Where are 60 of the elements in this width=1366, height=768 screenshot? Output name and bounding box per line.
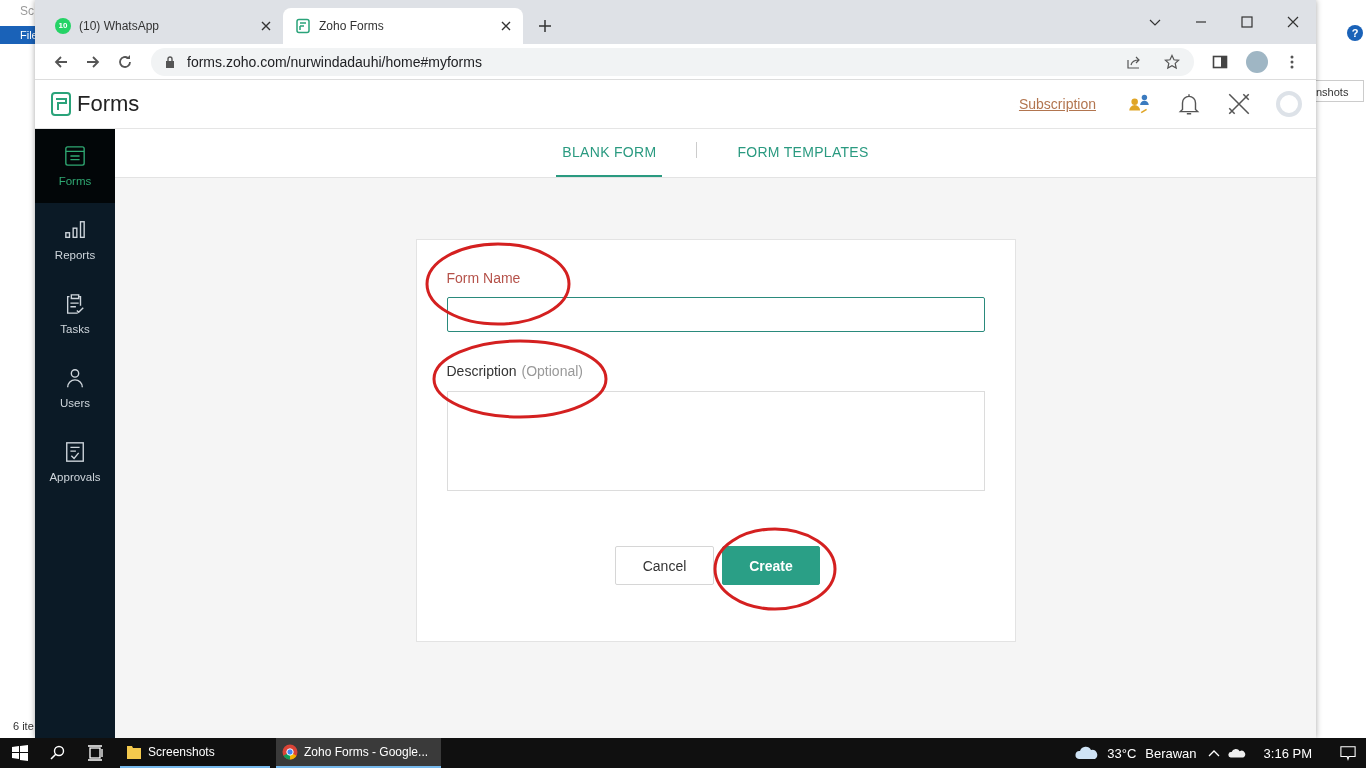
notification-icon[interactable] xyxy=(1340,745,1356,761)
cancel-button[interactable]: Cancel xyxy=(615,546,714,585)
cloud-icon xyxy=(1075,746,1100,760)
tab[interactable]: BLANK FORM xyxy=(556,129,663,177)
bar-chart-icon xyxy=(64,219,86,241)
sidebar-item[interactable]: Reports xyxy=(35,203,115,277)
close-icon[interactable] xyxy=(261,21,271,31)
browser-tab[interactable]: 10 (10) WhatsApp xyxy=(43,8,283,44)
sidebar-item[interactable]: Users xyxy=(35,351,115,425)
form-name-label: Form Name xyxy=(446,270,522,286)
windows-start-icon[interactable] xyxy=(12,745,28,761)
url-text: forms.zoho.com/nurwindadauhi/home#myforms xyxy=(187,53,482,70)
sidebar-item[interactable]: Tasks xyxy=(35,277,115,351)
list-icon xyxy=(64,145,86,167)
app-title: Forms xyxy=(77,91,140,117)
user-icon xyxy=(64,367,86,389)
checklist-icon xyxy=(64,441,86,463)
tab[interactable]: FORM TEMPLATES xyxy=(731,129,875,177)
close-icon[interactable] xyxy=(1287,16,1299,28)
taskbar-button[interactable]: Zoho Forms - Google... xyxy=(276,738,441,768)
browser-icon xyxy=(282,744,298,760)
search-icon[interactable] xyxy=(50,745,66,761)
chevron-up-icon[interactable] xyxy=(1207,749,1220,757)
star-icon[interactable] xyxy=(1164,53,1180,70)
status-text: 6 ite xyxy=(13,720,34,732)
side-panel-icon[interactable] xyxy=(1212,53,1228,70)
optional-hint: (Optional) xyxy=(521,363,583,379)
new-tab-icon[interactable] xyxy=(539,20,551,32)
sidebar-item[interactable]: Forms xyxy=(35,129,115,203)
description-label: Description xyxy=(446,363,517,379)
description-field[interactable] xyxy=(446,391,985,491)
taskbar-button[interactable]: Screenshots xyxy=(120,738,270,768)
help-icon[interactable]: ? xyxy=(1347,25,1363,41)
chat-badge-icon: 10 xyxy=(55,18,71,34)
form-name-field[interactable] xyxy=(446,297,985,332)
folder-icon xyxy=(126,744,142,760)
sidebar-item[interactable]: Approvals xyxy=(35,425,115,499)
weather-text: Berawan xyxy=(1145,745,1197,761)
close-icon[interactable] xyxy=(501,21,511,31)
address-bar[interactable]: forms.zoho.com/nurwindadauhi/home#myforms xyxy=(151,47,1194,76)
temperature-text: 33°C xyxy=(1107,745,1137,761)
subscription-link[interactable]: Subscription xyxy=(1018,96,1096,112)
logo-icon xyxy=(51,92,71,116)
browser-tab[interactable]: Zoho Forms xyxy=(283,8,523,44)
form-icon xyxy=(295,18,311,34)
window-title: Sc xyxy=(20,4,34,18)
lock-icon xyxy=(165,55,175,68)
reload-icon[interactable] xyxy=(117,53,133,70)
cloud-icon[interactable] xyxy=(1227,747,1246,759)
maximize-icon[interactable] xyxy=(1241,16,1253,28)
bell-icon[interactable] xyxy=(1176,91,1202,117)
tools-icon[interactable] xyxy=(1226,91,1252,117)
task-view-icon[interactable] xyxy=(88,745,104,761)
tab-title: (10) WhatsApp xyxy=(79,19,161,33)
forward-icon[interactable] xyxy=(85,53,101,70)
clipboard-icon xyxy=(64,293,86,315)
menu-icon[interactable] xyxy=(1290,53,1294,70)
back-icon[interactable] xyxy=(53,53,69,70)
tab-title: Zoho Forms xyxy=(319,19,385,33)
clock-text[interactable]: 3:16 PM xyxy=(1263,745,1312,761)
